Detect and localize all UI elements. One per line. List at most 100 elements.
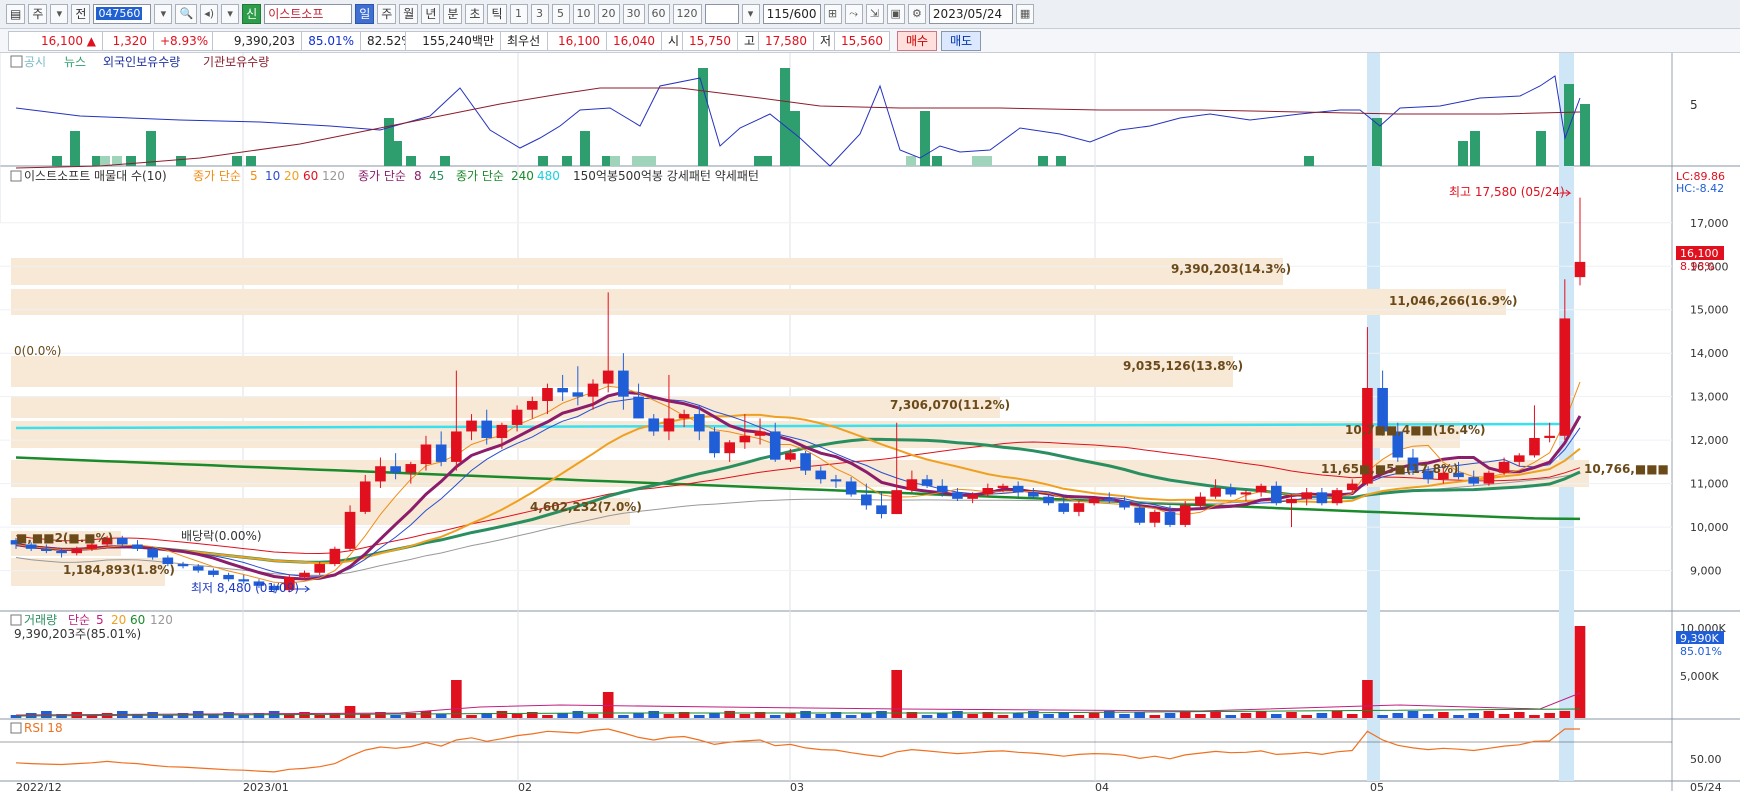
candle-body[interactable] [116,537,128,545]
candle-body[interactable] [1286,498,1297,504]
candle-body[interactable] [192,566,204,571]
interval-120[interactable]: 120 [672,4,702,24]
crosshair-icon[interactable]: ⤳ [844,4,863,24]
candle-body[interactable] [861,494,872,506]
candle-body[interactable] [845,481,857,495]
date-field[interactable]: 2023/05/24 [928,4,1013,24]
candle-body[interactable] [952,492,963,499]
candle-body[interactable] [815,470,827,480]
candle-body[interactable] [876,505,887,515]
candle-body[interactable] [830,479,842,482]
candle-body[interactable] [1544,435,1555,438]
candle-body[interactable] [41,548,52,552]
candle-body[interactable] [1028,492,1039,497]
candle-body[interactable] [132,544,143,549]
candle-body[interactable] [557,387,568,393]
candle-body[interactable] [420,444,432,465]
candle-body[interactable] [526,401,538,410]
all-button[interactable]: 전 [71,4,91,24]
code-dropdown-icon[interactable]: ▾ [154,4,173,24]
candle-body[interactable] [466,420,477,432]
candle-body[interactable] [587,383,599,397]
candle-body[interactable] [1103,498,1115,502]
candle-body[interactable] [177,564,189,567]
candle-body[interactable] [1529,437,1540,456]
candle-body[interactable] [208,570,219,575]
market-button[interactable]: 주 [28,4,48,24]
candle-body[interactable] [1012,485,1024,493]
period-year[interactable]: 년 [421,4,441,24]
sell-button[interactable]: 매도 [941,30,982,51]
candle-body[interactable] [1240,492,1252,495]
interval-30[interactable]: 30 [622,4,645,24]
stock-code-input[interactable]: 047560 [93,4,152,24]
candle-body[interactable] [572,392,584,397]
interval-custom-input[interactable] [704,4,739,24]
candle-body[interactable] [56,551,67,554]
candle-body[interactable] [1210,487,1221,497]
stock-chart[interactable]: 공시 뉴스 외국인보유수량 기관보유수량 5 이스트소프트 매물대 수(10) … [0,53,1740,791]
candle-body[interactable] [1195,496,1206,506]
candle-body[interactable] [891,490,903,515]
candle-body[interactable] [1331,490,1343,504]
period-week[interactable]: 주 [377,4,397,24]
candle-body[interactable] [329,548,341,565]
candle-body[interactable] [1513,455,1525,462]
candle-body[interactable] [1270,485,1282,504]
interval-10[interactable]: 10 [572,4,595,24]
candle-body[interactable] [511,409,523,425]
sound-icon[interactable]: ◂) [200,4,219,24]
candle-body[interactable] [663,418,675,432]
candle-body[interactable] [71,548,83,554]
candle-body[interactable] [769,431,781,460]
candle-body[interactable] [921,479,933,486]
sound-dropdown-icon[interactable]: ▾ [221,4,240,24]
calendar-icon[interactable]: ▦ [1015,4,1035,24]
candle-body[interactable] [1468,477,1480,484]
candle-body[interactable] [785,453,796,460]
candle-body[interactable] [906,479,918,491]
candle-body[interactable] [359,481,371,512]
candle-body[interactable] [602,370,614,384]
interval-5[interactable]: 5 [551,4,570,24]
period-second[interactable]: 초 [465,4,485,24]
line-tool-icon[interactable]: ⇲ [865,4,884,24]
candle-body[interactable] [724,442,735,454]
candle-body[interactable] [1088,498,1100,504]
candle-body[interactable] [1346,483,1358,491]
gear-icon[interactable]: ⚙ [907,4,926,24]
candle-body[interactable] [1225,487,1237,495]
candle-body[interactable] [800,453,811,471]
candle-body[interactable] [1119,501,1130,508]
candle-body[interactable] [982,487,994,495]
period-tick[interactable]: 틱 [487,4,507,24]
candle-body[interactable] [223,574,234,580]
interval-1[interactable]: 1 [509,4,528,24]
candle-body[interactable] [1043,496,1054,504]
search-icon[interactable]: 🔍 [175,4,198,24]
candle-body[interactable] [1164,511,1176,525]
candle-body[interactable] [25,544,37,549]
candle-body[interactable] [390,466,401,473]
candle-body[interactable] [314,564,326,573]
layout-icon[interactable]: ▤ [6,4,26,24]
candle-body[interactable] [1134,507,1145,523]
candle-body[interactable] [709,431,720,454]
candle-body[interactable] [1316,492,1328,504]
interval-60[interactable]: 60 [647,4,670,24]
candle-body[interactable] [1301,492,1312,499]
candle-body[interactable] [967,494,978,499]
candle-body[interactable] [1559,318,1571,436]
candle-body[interactable] [375,466,386,482]
candle-body[interactable] [997,485,1009,488]
candle-body[interactable] [1498,461,1510,473]
candle-body[interactable] [344,511,356,549]
candle-body[interactable] [299,572,310,578]
candle-body[interactable] [618,370,629,397]
candle-body[interactable] [1574,261,1586,278]
period-day[interactable]: 일 [355,4,375,24]
buy-button[interactable]: 매수 [897,30,938,51]
candle-body[interactable] [481,420,493,438]
interval-20[interactable]: 20 [597,4,620,24]
candle-body[interactable] [1255,485,1267,493]
